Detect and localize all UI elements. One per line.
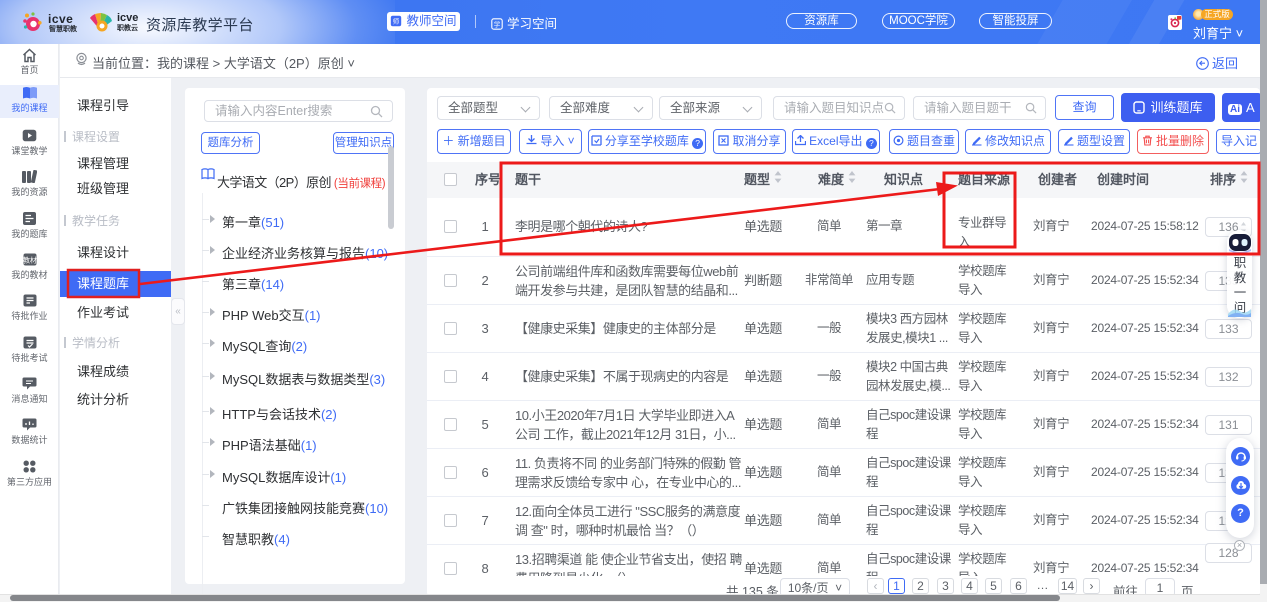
svg-text:学: 学 <box>494 20 501 29</box>
svg-text:师: 师 <box>393 17 400 26</box>
svg-text:教材: 教材 <box>23 256 37 265</box>
